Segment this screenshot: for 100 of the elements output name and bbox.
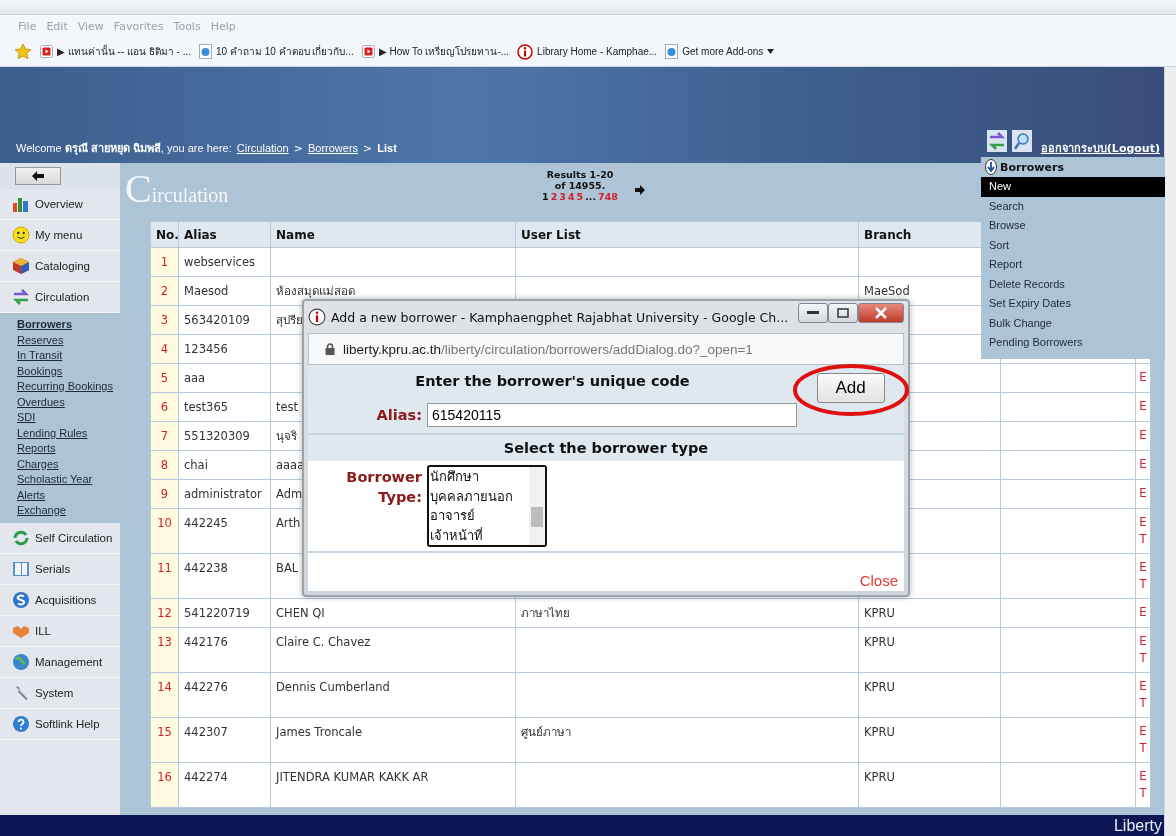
back-button[interactable]	[15, 167, 61, 185]
arrows-icon[interactable]	[986, 130, 1007, 152]
add-button[interactable]: Add	[816, 373, 885, 403]
action-link[interactable]: E	[1136, 559, 1150, 576]
minimize-button[interactable]	[798, 303, 828, 323]
module-link[interactable]: System	[0, 677, 120, 709]
info-icon	[517, 43, 534, 60]
next-arrow-icon[interactable]	[635, 185, 645, 195]
row-number: 14	[150, 672, 179, 718]
globe-icon	[12, 652, 30, 671]
row-number: 1	[150, 247, 179, 277]
action-link[interactable]: E	[1136, 427, 1150, 444]
submenu-link[interactable]: In Transit	[17, 348, 120, 364]
action-link[interactable]: E	[1136, 678, 1150, 695]
submenu-link[interactable]: Bookings	[17, 363, 120, 379]
module-link[interactable]: Softlink Help	[0, 708, 120, 740]
bookmark-link[interactable]: 10 คำถาม 10 คำตอบ เกี่ยวกับ...	[199, 44, 354, 59]
action-link[interactable]: T	[1136, 785, 1150, 802]
module-link[interactable]: Acquisitions	[0, 584, 120, 616]
results-count: Results 1-20 of 14955.	[545, 169, 615, 191]
action-link[interactable]: T	[1136, 531, 1150, 548]
action-link[interactable]: E	[1136, 604, 1150, 621]
action-link[interactable]: T	[1136, 650, 1150, 667]
submenu-link[interactable]: Scholastic Year	[17, 472, 120, 488]
alias-cell: 541220719	[178, 598, 271, 628]
menu-item[interactable]: New	[981, 177, 1165, 197]
module-link[interactable]: Circulation	[0, 282, 120, 313]
action-link[interactable]: E	[1136, 633, 1150, 650]
menu-item[interactable]: Bulk Change	[981, 313, 1165, 333]
action-link[interactable]: T	[1136, 695, 1150, 712]
menu-item[interactable]: Search	[981, 196, 1165, 216]
scrollbar[interactable]	[1164, 67, 1176, 836]
search-icon[interactable]	[1011, 130, 1032, 152]
submenu-link[interactable]: Reports	[17, 441, 120, 457]
submenu-link[interactable]: Exchange	[17, 503, 120, 519]
submenu-link[interactable]: Reserves	[17, 332, 120, 348]
submenu-link[interactable]: Recurring Bookings	[17, 379, 120, 395]
logout-link[interactable]: ออกจากระบบ(Logout)	[1040, 139, 1160, 157]
module-link[interactable]: My menu	[0, 220, 120, 251]
branch-cell: KPRU	[858, 598, 1001, 628]
alias-cell: aaa	[178, 363, 271, 393]
module-link[interactable]: Management	[0, 646, 120, 678]
action-link[interactable]: E	[1136, 369, 1150, 386]
close-link[interactable]: Close	[859, 572, 898, 589]
name-cell: Dennis Cumberland	[270, 672, 516, 718]
page-link[interactable]: 1	[542, 191, 549, 202]
menu-item[interactable]: Pending Borrowers	[981, 333, 1165, 353]
current-page-label: List	[377, 142, 397, 154]
menu-title: Borrowers	[1000, 160, 1064, 174]
video-icon	[361, 45, 375, 58]
bookmark-link[interactable]: Get more Add-ons	[665, 44, 775, 59]
action-link[interactable]: E	[1136, 398, 1150, 415]
action-link[interactable]: E	[1136, 768, 1150, 785]
breadcrumb-link[interactable]: Circulation	[236, 142, 289, 154]
module-link[interactable]: Serials	[0, 553, 120, 585]
action-link[interactable]: T	[1136, 740, 1150, 757]
maximize-icon	[837, 308, 849, 318]
submenu-link[interactable]: Borrowers	[17, 317, 120, 333]
submenu-link[interactable]: SDI	[17, 410, 120, 426]
breadcrumb-link[interactable]: Borrowers	[307, 142, 359, 154]
row-number: 5	[150, 363, 179, 393]
cube-icon	[12, 257, 30, 275]
action-link[interactable]: E	[1136, 456, 1150, 473]
action-link[interactable]: E	[1136, 514, 1150, 531]
alias-cell: 442276	[178, 672, 271, 718]
row-number: 12	[150, 598, 179, 628]
row-number: 16	[150, 762, 179, 808]
submenu-link[interactable]: Overdues	[17, 394, 120, 410]
star-icon[interactable]	[14, 42, 32, 61]
borrower-type-list[interactable]: นักศึกษา บุคคลภายนอก อาจารย์ เจ้าหน้าที่	[427, 465, 547, 547]
bookmark-link[interactable]: ▶ How To เหรียญโปรยทาน-...	[361, 44, 510, 59]
minimize-icon	[807, 311, 819, 315]
section-heading: Select the borrower type	[308, 435, 904, 461]
row-number: 13	[150, 627, 179, 673]
menu-item[interactable]: Report	[981, 255, 1165, 275]
submenu-link[interactable]: Charges	[17, 456, 120, 472]
module-link[interactable]: Self Circulation	[0, 522, 120, 554]
submenu-link[interactable]: Lending Rules	[17, 425, 120, 441]
row-number: 9	[150, 479, 179, 509]
name-cell: Claire C. Chavez	[270, 627, 516, 673]
alias-label: Alias:	[375, 407, 423, 423]
name-cell: James Troncale	[270, 717, 516, 763]
action-link[interactable]: T	[1136, 576, 1150, 593]
submenu-link[interactable]: Alerts	[17, 487, 120, 503]
down-arrow-icon	[985, 159, 997, 175]
list-scrollbar[interactable]	[529, 467, 545, 545]
module-link[interactable]: ILL	[0, 615, 120, 647]
action-link[interactable]: E	[1136, 723, 1150, 740]
brand-text: Liberty	[1113, 816, 1162, 835]
arrow-left-icon	[32, 171, 44, 181]
alias-cell: test365	[178, 392, 271, 422]
bookmark-link[interactable]: ▶ แทนค่านั้น -- แอน ธิติมา - ...	[40, 44, 191, 59]
close-button[interactable]	[858, 303, 904, 323]
maximize-button[interactable]	[828, 303, 858, 323]
bookmark-link[interactable]: Library Home - Kamphae...	[517, 43, 658, 60]
action-link[interactable]: E	[1136, 485, 1150, 502]
lock-icon	[325, 343, 335, 355]
module-link[interactable]: Overview	[0, 189, 120, 220]
alias-input[interactable]: 615420115	[427, 403, 797, 427]
module-link[interactable]: Cataloging	[0, 251, 120, 282]
